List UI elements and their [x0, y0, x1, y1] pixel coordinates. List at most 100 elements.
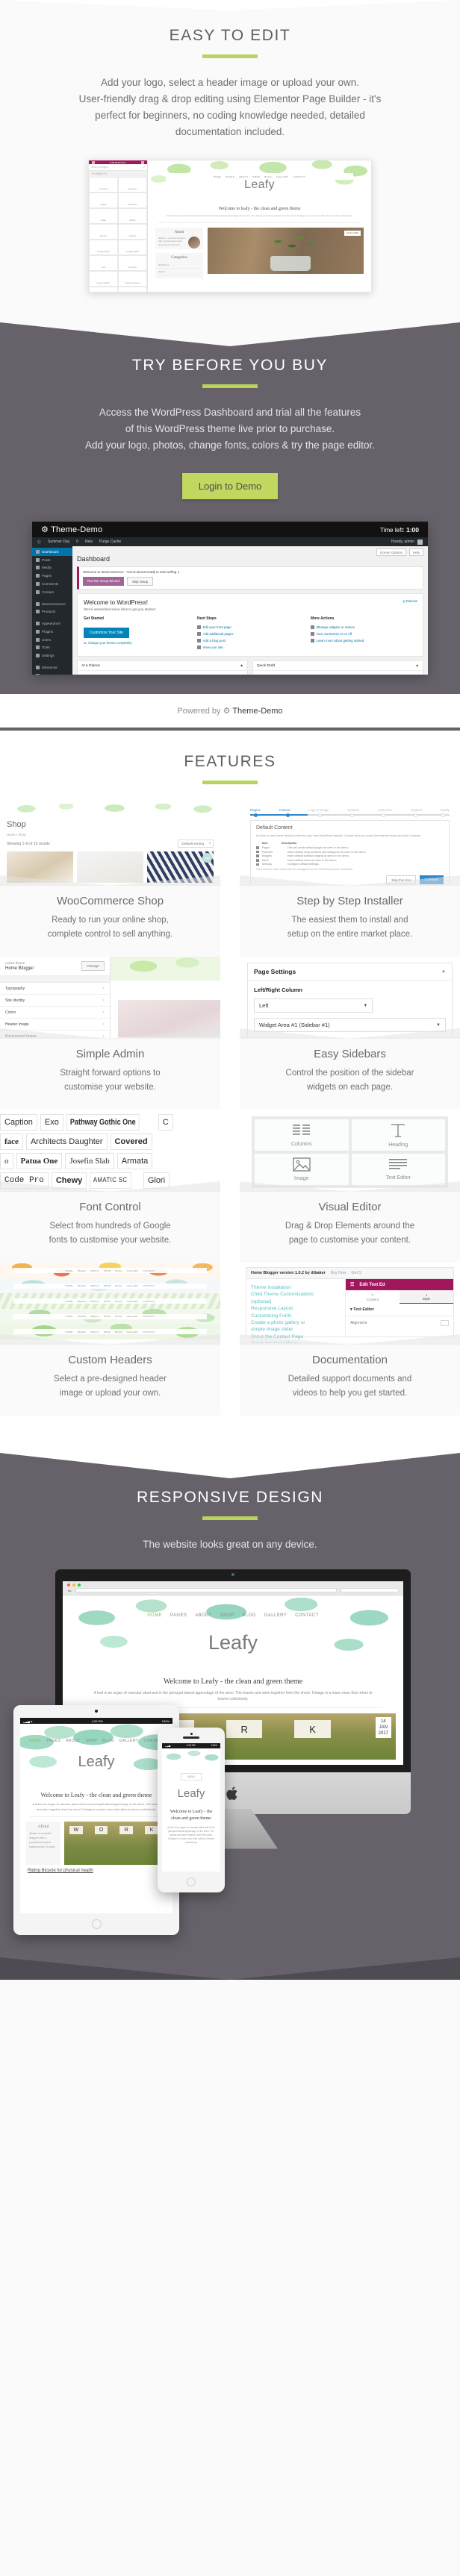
documentation-link[interactable]: Theme Installation: [251, 1284, 341, 1291]
font-ch010ip[interactable]: AMATIC SC: [90, 1172, 131, 1189]
comments-count[interactable]: 0: [76, 540, 78, 544]
installer-tab[interactable]: Plugins: [250, 808, 261, 812]
maximize-icon[interactable]: [78, 1584, 81, 1586]
collapse-icon[interactable]: ▲: [415, 664, 419, 668]
wp-menu-woocommerce[interactable]: WooCommerce: [32, 600, 72, 608]
nav-item[interactable]: BLOG: [264, 175, 272, 178]
widget-icon[interactable]: Icon: [89, 255, 118, 271]
skip-setup-button[interactable]: Skip Setup: [126, 577, 154, 586]
nav-item[interactable]: ABOUT: [66, 1739, 80, 1743]
sidebar-position-select[interactable]: Left ▼: [254, 998, 373, 1013]
element-heading[interactable]: Heading: [351, 1119, 445, 1151]
wp-menu-comments[interactable]: Comments: [32, 580, 72, 588]
widget-video[interactable]: Video: [89, 208, 118, 224]
documentation-link[interactable]: Child Theme Customizations: [251, 1291, 341, 1298]
widget-search-input[interactable]: Search Widget... ⚲: [89, 164, 147, 171]
howdy-label[interactable]: Howdy, admin: [391, 540, 414, 544]
search-input[interactable]: [341, 1588, 399, 1592]
nav-item[interactable]: BLOG: [243, 1613, 256, 1618]
wp-menu-posts[interactable]: Posts: [32, 556, 72, 564]
font-ch010ip[interactable]: Architects Daughter: [25, 1134, 108, 1150]
tab-content[interactable]: ✎ Content: [346, 1290, 400, 1304]
wp-menu-appearance[interactable]: Appearance: [32, 619, 72, 628]
nav-item[interactable]: SHOP: [220, 1613, 234, 1618]
widget-divider[interactable]: Divider: [89, 224, 118, 240]
header-variant[interactable]: HOME PAGES ABOUT SHOP BLOG GALLERY CONTACT: [0, 1263, 220, 1278]
documentation-link[interactable]: simple image slider: [251, 1326, 341, 1333]
installer-tab[interactable]: Customise: [378, 808, 393, 812]
wp-menu-plugins[interactable]: Plugins: [32, 628, 72, 636]
font-ch010ip[interactable]: Armata: [116, 1153, 153, 1169]
installer-tab[interactable]: Ready: [441, 808, 450, 812]
widget-google-maps[interactable]: Google Maps: [118, 240, 147, 255]
widget-spacer[interactable]: Spacer: [118, 224, 147, 240]
more-action-link[interactable]: Learn more about getting started: [311, 637, 417, 644]
widget-counter[interactable]: Counter: [118, 287, 147, 292]
nav-item[interactable]: PAGES: [46, 1739, 60, 1743]
font-ch010ip[interactable]: Covered: [110, 1134, 152, 1150]
nav-item[interactable]: HOME: [147, 1613, 162, 1618]
widget-image-gallery[interactable]: Image Gallery: [89, 271, 118, 287]
nav-item[interactable]: ABOUT: [195, 1613, 212, 1618]
buy-now-link[interactable]: Buy Now: [331, 1271, 346, 1275]
wp-menu-contact[interactable]: Contact: [32, 588, 72, 596]
home-button[interactable]: [187, 1877, 196, 1886]
font-ch010ip[interactable]: Patua One: [16, 1153, 63, 1169]
font-ch010ip[interactable]: C: [158, 1114, 173, 1131]
home-button[interactable]: [91, 1919, 102, 1929]
step-dot[interactable]: [382, 813, 386, 817]
nav-item[interactable]: GALLERY: [264, 1613, 287, 1618]
next-step-link[interactable]: View your site: [197, 644, 303, 651]
chevron-up-icon[interactable]: ▲: [441, 969, 446, 974]
nav-item[interactable]: ABOUT: [239, 175, 248, 178]
menu-icon[interactable]: ☰: [350, 1282, 354, 1287]
wp-menu-users[interactable]: Users: [32, 636, 72, 644]
element-text-editor[interactable]: Text Editor: [351, 1154, 445, 1185]
checkbox[interactable]: [256, 858, 259, 862]
customizer-section-typography[interactable]: Typography ›: [0, 983, 110, 995]
font-ch010ip[interactable]: Exo: [40, 1114, 63, 1131]
new-menu[interactable]: New: [85, 540, 93, 544]
header-variant[interactable]: HOME PAGES ABOUT SHOP BLOG GALLERY CONTACT: [0, 1293, 220, 1309]
run-setup-wizard-button[interactable]: Run the Setup Wizard: [83, 577, 124, 586]
next-step-link[interactable]: Add a blog post: [197, 637, 303, 644]
widget-button[interactable]: Button: [118, 208, 147, 224]
nav-item[interactable]: GALLERY: [119, 1739, 139, 1743]
font-ch010ip[interactable]: o: [0, 1153, 13, 1169]
font-ch010ip[interactable]: face: [0, 1134, 23, 1150]
widget-image-carousel[interactable]: Image Carousel: [118, 271, 147, 287]
installer-tab[interactable]: Content: [279, 808, 290, 812]
site-name[interactable]: Summer Day: [48, 540, 69, 544]
wp-menu-pages[interactable]: Pages: [32, 572, 72, 580]
step-dot[interactable]: [413, 813, 417, 817]
wp-menu-dashboard[interactable]: Dashboard: [32, 548, 72, 556]
next-step-link[interactable]: Edit your front page: [197, 624, 303, 631]
element-image[interactable]: Image: [255, 1154, 349, 1185]
font-ch010ip[interactable]: Chewy: [51, 1172, 87, 1189]
header-variant[interactable]: HOME PAGES ABOUT SHOP BLOG GALLERY CONTACT: [0, 1308, 220, 1324]
category-item[interactable]: WordPress: [158, 262, 200, 269]
header-variant[interactable]: HOME PAGES ABOUT SHOP BLOG GALLERY CONTACT: [0, 1278, 220, 1293]
widget-icon-list[interactable]: Icon List: [89, 287, 118, 292]
nav-item[interactable]: PAGES: [226, 175, 234, 178]
close-icon[interactable]: [67, 1584, 70, 1586]
nav-item[interactable]: SHOP: [86, 1739, 98, 1743]
checkbox[interactable]: [256, 850, 259, 854]
nav-item[interactable]: SHOP: [252, 175, 260, 178]
widget-google-maps[interactable]: Google Maps: [89, 240, 118, 255]
widget-text-editor[interactable]: Text Editor: [118, 193, 147, 208]
font-ch010ip[interactable]: Josefin Slab: [65, 1153, 114, 1169]
widget-icon-box[interactable]: Icon Box: [118, 255, 147, 271]
collapse-icon[interactable]: ▲: [240, 664, 243, 668]
checkbox[interactable]: [256, 863, 259, 866]
more-action-link[interactable]: Turn comments on or off: [311, 631, 417, 637]
text-editor-section[interactable]: ▾ Text Editor: [345, 1304, 453, 1316]
customizer-section-colors[interactable]: Colors ›: [0, 1007, 110, 1019]
checkbox[interactable]: [256, 854, 259, 857]
nav-item[interactable]: HOME: [214, 175, 221, 178]
change-theme-button[interactable]: Change: [81, 961, 105, 971]
wp-menu-envato-market[interactable]: Envato Market: [32, 672, 72, 675]
address-bar[interactable]: [75, 1588, 337, 1592]
wp-menu-products[interactable]: Products: [32, 607, 72, 616]
alignment-control[interactable]: [441, 1320, 449, 1326]
